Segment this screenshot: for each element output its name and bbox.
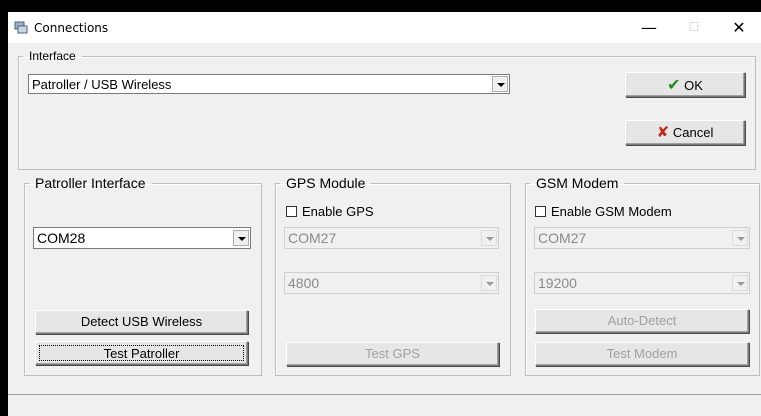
minimize-button[interactable]: —	[627, 12, 671, 43]
enable-gps-checkbox[interactable]: Enable GPS	[286, 204, 374, 219]
enable-gps-checkbox-box[interactable]	[286, 206, 297, 217]
ok-button[interactable]: ✔ OK	[625, 72, 745, 97]
chevron-down-icon[interactable]	[481, 230, 497, 246]
status-bar	[8, 394, 761, 416]
gps-port-select[interactable]: COM27	[284, 227, 499, 249]
test-patroller-label: Test Patroller	[39, 345, 244, 361]
patroller-interface-legend: Patroller Interface	[35, 175, 146, 191]
checkmark-icon: ✔	[667, 75, 681, 94]
gsm-port-value: COM27	[538, 230, 587, 246]
test-patroller-button[interactable]: Test Patroller	[35, 341, 248, 365]
patroller-port-value: COM28	[37, 230, 86, 246]
auto-detect-button[interactable]: Auto-Detect	[535, 309, 749, 333]
enable-gps-label: Enable GPS	[302, 204, 374, 219]
cancel-label: Cancel	[672, 125, 714, 140]
chevron-down-icon[interactable]	[233, 230, 249, 246]
interface-group: Interface	[18, 50, 756, 170]
interface-legend: Interface	[29, 49, 76, 63]
chevron-down-icon[interactable]	[732, 230, 748, 246]
detect-usb-wireless-button[interactable]: Detect USB Wireless	[35, 310, 248, 334]
gsm-port-select[interactable]: COM27	[534, 227, 750, 249]
connections-window: Connections — ☐ ✕ Interface Patroller / …	[8, 12, 761, 416]
test-gps-button[interactable]: Test GPS	[286, 342, 499, 366]
maximize-button[interactable]: ☐	[672, 12, 716, 43]
interface-select[interactable]: Patroller / USB Wireless	[28, 74, 510, 94]
enable-gsm-modem-checkbox[interactable]: Enable GSM Modem	[535, 204, 672, 219]
close-button[interactable]: ✕	[717, 12, 761, 43]
gsm-baud-value: 19200	[538, 275, 577, 291]
patroller-port-select[interactable]: COM28	[33, 227, 251, 249]
interface-select-value: Patroller / USB Wireless	[32, 77, 172, 92]
gsm-modem-legend: GSM Modem	[536, 175, 619, 191]
chevron-down-icon[interactable]	[732, 275, 748, 291]
gsm-baud-select[interactable]: 19200	[534, 272, 750, 294]
enable-gsm-modem-label: Enable GSM Modem	[551, 204, 672, 219]
gps-baud-select[interactable]: 4800	[284, 272, 499, 294]
window-title: Connections	[34, 21, 109, 35]
gps-baud-value: 4800	[288, 275, 320, 291]
gps-module-legend: GPS Module	[286, 175, 366, 191]
title-bar[interactable]: Connections — ☐ ✕	[8, 12, 761, 43]
chevron-down-icon[interactable]	[492, 76, 508, 92]
cancel-button[interactable]: ✘ Cancel	[625, 120, 745, 145]
ok-label: OK	[684, 78, 703, 93]
cancel-x-icon: ✘	[656, 123, 670, 141]
chevron-down-icon[interactable]	[481, 275, 497, 291]
test-modem-button[interactable]: Test Modem	[535, 342, 749, 366]
gps-port-value: COM27	[288, 230, 337, 246]
enable-gsm-modem-checkbox-box[interactable]	[535, 206, 546, 217]
connections-app-icon	[14, 21, 28, 34]
